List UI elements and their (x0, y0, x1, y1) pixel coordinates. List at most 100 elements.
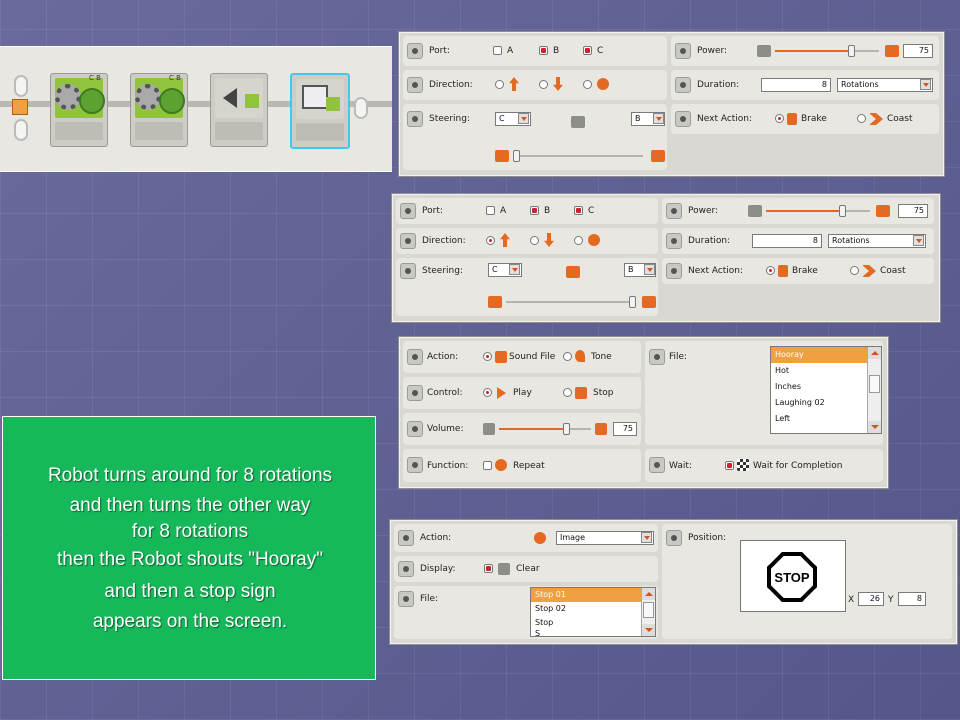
duration-unit-select[interactable]: Rotations (828, 234, 926, 248)
play-radio[interactable] (483, 388, 492, 397)
stop-radio[interactable] (563, 388, 572, 397)
clear-checkbox[interactable] (484, 564, 493, 573)
slow-turtle-icon (757, 45, 771, 57)
coast-icon (862, 265, 876, 277)
position-row: Position: STOP X 26 Y 8 (662, 524, 952, 639)
scroll-up-icon[interactable] (642, 588, 655, 600)
direction-row: Direction: (396, 228, 658, 254)
steering-row: Steering: C B (403, 104, 667, 170)
chevron-down-icon[interactable] (641, 532, 652, 543)
list-item[interactable]: Stop (531, 616, 655, 630)
list-item[interactable]: Hot (771, 363, 881, 379)
scroll-down-icon[interactable] (642, 624, 655, 636)
direction-forward-radio[interactable] (495, 80, 504, 89)
volume-input[interactable]: 75 (613, 422, 637, 436)
move-block-1[interactable]: C B (50, 73, 108, 147)
move-block-2[interactable]: C B (130, 73, 188, 147)
scroll-down-icon[interactable] (868, 421, 881, 433)
chevron-down-icon[interactable] (518, 113, 529, 124)
list-item[interactable]: S (531, 630, 655, 637)
move-block-2-footer (135, 122, 183, 140)
steering-slider-knob[interactable] (629, 296, 636, 308)
scroll-thumb[interactable] (869, 375, 880, 393)
brake-radio[interactable] (775, 114, 784, 123)
display-file-scrollbar[interactable] (641, 588, 655, 636)
chevron-down-icon[interactable] (644, 264, 655, 275)
scroll-up-icon[interactable] (868, 347, 881, 359)
list-item[interactable]: Laughing 02 (771, 395, 881, 411)
power-label: Power: (688, 206, 719, 216)
chevron-down-icon[interactable] (920, 79, 931, 90)
tone-radio[interactable] (563, 352, 572, 361)
direction-backward-radio[interactable] (539, 80, 548, 89)
list-item[interactable]: Stop 02 (531, 602, 655, 616)
port-c-checkbox[interactable] (574, 206, 583, 215)
steering-label: Steering: (422, 266, 463, 276)
steering-slider-knob[interactable] (513, 150, 520, 162)
sound-file-scrollbar[interactable] (867, 347, 881, 433)
steering-icon (407, 111, 423, 127)
display-preview[interactable]: STOP (740, 540, 846, 612)
power-slider-track[interactable] (775, 45, 879, 57)
direction-stop-radio[interactable] (583, 80, 592, 89)
port-c-checkbox[interactable] (583, 46, 592, 55)
list-item[interactable]: Stop 01 (531, 588, 655, 602)
sound-file-list[interactable]: Hooray Hot Inches Laughing 02 Left (770, 346, 882, 434)
steering-slider-track[interactable] (513, 150, 643, 162)
display-file-list[interactable]: Stop 01 Stop 02 Stop S (530, 587, 656, 637)
direction-forward-radio[interactable] (486, 236, 495, 245)
direction-stop-radio[interactable] (574, 236, 583, 245)
coast-radio[interactable] (850, 266, 859, 275)
port-a-checkbox[interactable] (486, 206, 495, 215)
sound-file-radio[interactable] (483, 352, 492, 361)
duration-input[interactable]: 8 (752, 234, 822, 248)
chevron-down-icon[interactable] (913, 235, 924, 246)
coast-radio[interactable] (857, 114, 866, 123)
display-settings-panel: Action: Image Display: Clear File: Stop … (390, 520, 957, 644)
repeat-checkbox[interactable] (483, 461, 492, 470)
end-ring (354, 97, 368, 119)
direction-icon (407, 77, 423, 93)
sound-block[interactable] (210, 73, 268, 147)
duration-unit-select[interactable]: Rotations (837, 78, 933, 92)
port-row: Port: A B C (396, 198, 658, 224)
power-slider-knob[interactable] (838, 205, 846, 217)
y-input[interactable]: 8 (898, 592, 926, 606)
duration-input[interactable]: 8 (761, 78, 831, 92)
brake-label: Brake (801, 114, 827, 124)
power-row: Power: 75 (671, 36, 939, 66)
list-item[interactable]: Left (771, 411, 881, 427)
wait-for-completion-checkbox[interactable] (725, 461, 734, 470)
list-item[interactable]: Inches (771, 379, 881, 395)
steering-slider-track[interactable] (506, 296, 636, 308)
coast-icon (869, 113, 883, 125)
repeat-icon (495, 459, 507, 471)
caption-line: and then turns the other way (69, 495, 311, 516)
display-block[interactable] (290, 73, 350, 149)
sound-block-footer (215, 122, 263, 140)
scroll-thumb[interactable] (643, 602, 654, 618)
gear-icon (55, 84, 81, 110)
power-slider-knob[interactable] (847, 45, 855, 57)
power-input[interactable]: 75 (898, 204, 928, 218)
volume-slider-knob[interactable] (562, 423, 570, 435)
direction-backward-radio[interactable] (530, 236, 539, 245)
volume-slider-track[interactable] (499, 423, 591, 435)
port-icon (400, 203, 416, 219)
power-input[interactable]: 75 (903, 44, 933, 58)
list-item[interactable]: Hooray (771, 347, 881, 363)
port-b-checkbox[interactable] (539, 46, 548, 55)
chevron-down-icon[interactable] (509, 264, 520, 275)
x-input[interactable]: 26 (858, 592, 884, 606)
clear-label: Clear (516, 564, 540, 574)
play-icon (497, 387, 506, 399)
fast-hare-icon (876, 205, 890, 217)
chevron-down-icon[interactable] (653, 113, 664, 124)
power-slider-track[interactable] (766, 205, 870, 217)
brake-radio[interactable] (766, 266, 775, 275)
display-action-select[interactable]: Image (556, 531, 654, 545)
port-a-checkbox[interactable] (493, 46, 502, 55)
power-icon (675, 43, 691, 59)
start-point-icon[interactable] (12, 99, 28, 115)
port-b-checkbox[interactable] (530, 206, 539, 215)
